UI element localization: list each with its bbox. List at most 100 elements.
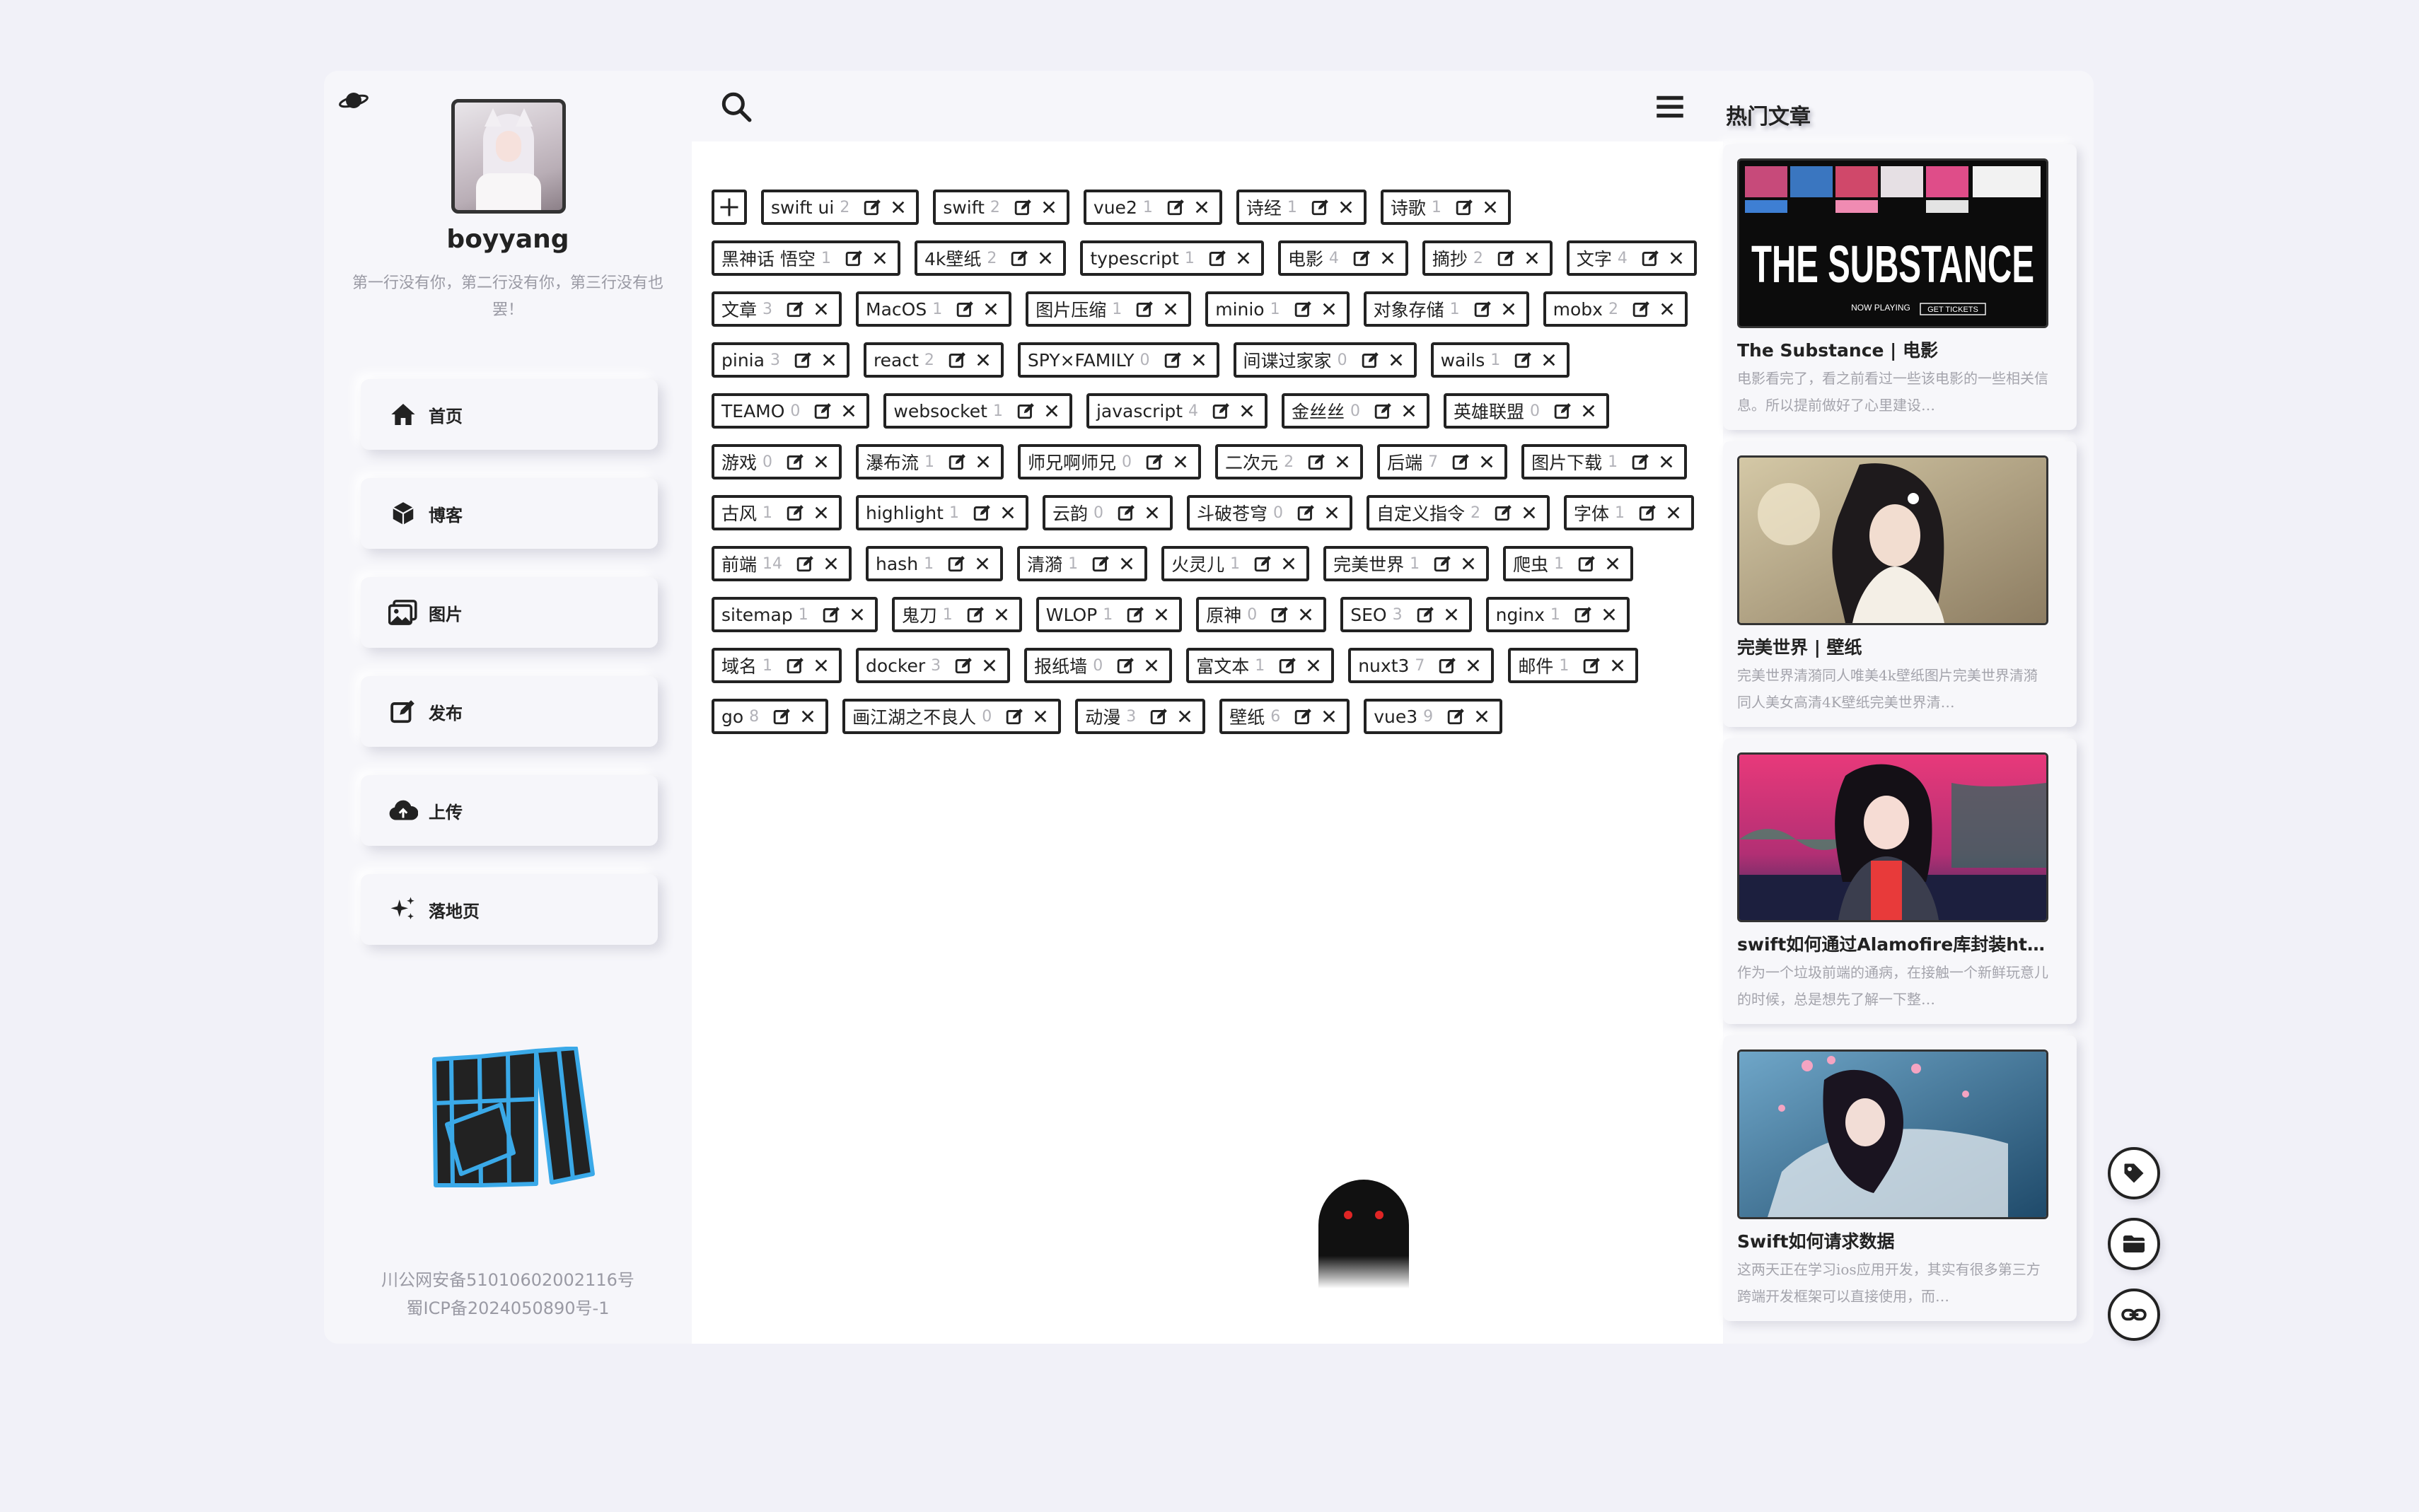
tag-chip[interactable]: docker 3 xyxy=(856,648,1011,683)
edit-icon[interactable] xyxy=(1013,197,1034,218)
tag-chip[interactable]: 云韵 0 xyxy=(1042,495,1173,530)
police-record-link[interactable]: 川公网安备51010602002116号 xyxy=(324,1266,692,1294)
avatar[interactable] xyxy=(451,99,566,214)
tag-chip[interactable]: react 2 xyxy=(863,342,1004,378)
edit-icon[interactable] xyxy=(1573,604,1594,625)
tag-chip[interactable]: 图片压缩 1 xyxy=(1026,291,1192,327)
close-icon[interactable] xyxy=(1463,655,1484,676)
add-tag-button[interactable] xyxy=(712,190,747,225)
tag-chip[interactable]: vue2 1 xyxy=(1083,190,1222,225)
edit-icon[interactable] xyxy=(1582,655,1603,676)
close-icon[interactable] xyxy=(973,349,994,371)
close-icon[interactable] xyxy=(1386,349,1407,371)
edit-icon[interactable] xyxy=(947,451,968,472)
close-icon[interactable] xyxy=(1160,298,1181,320)
close-icon[interactable] xyxy=(1476,451,1497,472)
edit-icon[interactable] xyxy=(1004,706,1026,727)
close-icon[interactable] xyxy=(1538,349,1560,371)
edit-icon[interactable] xyxy=(1630,451,1652,472)
tag-chip[interactable]: 清漪 1 xyxy=(1017,546,1148,581)
close-icon[interactable] xyxy=(973,451,994,472)
tag-chip[interactable]: 邮件 1 xyxy=(1508,648,1639,683)
tag-chip[interactable]: TEAMO 0 xyxy=(712,393,870,429)
tag-chip[interactable]: 火灵儿 1 xyxy=(1161,546,1310,581)
edit-icon[interactable] xyxy=(1437,655,1458,676)
close-icon[interactable] xyxy=(1303,655,1324,676)
close-icon[interactable] xyxy=(1377,248,1398,269)
tag-chip[interactable]: MacOS 1 xyxy=(856,291,1012,327)
nav-item-landing[interactable]: 落地页 xyxy=(361,874,658,945)
menu-icon[interactable] xyxy=(1652,89,1688,124)
tag-chip[interactable]: 域名 1 xyxy=(712,648,842,683)
close-icon[interactable] xyxy=(1116,553,1137,574)
tag-chip[interactable]: 黑神话 悟空 1 xyxy=(712,240,900,276)
close-icon[interactable] xyxy=(1188,349,1210,371)
edit-icon[interactable] xyxy=(1352,248,1373,269)
tag-chip[interactable]: vue3 9 xyxy=(1364,699,1503,734)
tag-chip[interactable]: websocket 1 xyxy=(883,393,1072,429)
edit-icon[interactable] xyxy=(1640,248,1661,269)
edit-icon[interactable] xyxy=(1293,706,1314,727)
tag-chip[interactable]: 英雄联盟 0 xyxy=(1444,393,1610,429)
close-icon[interactable] xyxy=(991,604,1012,625)
hot-article-card[interactable]: Swift如何请求数据 这两天正在学习ios应用开发，其实有很多第三方跨端开发框… xyxy=(1723,1035,2077,1321)
close-icon[interactable] xyxy=(1142,502,1163,523)
edit-icon[interactable] xyxy=(1277,655,1299,676)
edit-icon[interactable] xyxy=(1135,298,1156,320)
edit-icon[interactable] xyxy=(1144,451,1166,472)
close-icon[interactable] xyxy=(1458,553,1479,574)
close-icon[interactable] xyxy=(1663,502,1684,523)
tag-chip[interactable]: 间谍过家家 0 xyxy=(1233,342,1417,378)
tag-chip[interactable]: 电影 4 xyxy=(1277,240,1408,276)
tag-chip[interactable]: 文章 3 xyxy=(712,291,842,327)
tag-chip[interactable]: 爬虫 1 xyxy=(1503,546,1634,581)
close-icon[interactable] xyxy=(1191,197,1212,218)
close-icon[interactable] xyxy=(847,604,868,625)
tag-chip[interactable]: minio 1 xyxy=(1205,291,1350,327)
tag-chip[interactable]: 摘抄 2 xyxy=(1422,240,1553,276)
edit-icon[interactable] xyxy=(955,298,976,320)
close-icon[interactable] xyxy=(1151,604,1172,625)
links-fab-button[interactable] xyxy=(2108,1289,2160,1341)
edit-icon[interactable] xyxy=(1149,706,1170,727)
icp-record-link[interactable]: 蜀ICP备2024050890号-1 xyxy=(324,1294,692,1322)
tag-chip[interactable]: nuxt3 7 xyxy=(1348,648,1495,683)
close-icon[interactable] xyxy=(818,349,840,371)
edit-icon[interactable] xyxy=(1577,553,1598,574)
edit-icon[interactable] xyxy=(953,655,975,676)
tag-chip[interactable]: 字体 1 xyxy=(1563,495,1694,530)
close-icon[interactable] xyxy=(811,451,832,472)
tag-chip[interactable]: typescript 1 xyxy=(1080,240,1264,276)
close-icon[interactable] xyxy=(1041,400,1062,421)
edit-icon[interactable] xyxy=(1446,706,1467,727)
edit-icon[interactable] xyxy=(1637,502,1659,523)
close-icon[interactable] xyxy=(979,655,1000,676)
close-icon[interactable] xyxy=(972,553,993,574)
edit-icon[interactable] xyxy=(947,349,968,371)
edit-icon[interactable] xyxy=(821,604,842,625)
hot-article-card[interactable]: 完美世界 | 壁纸 完美世界清漪同人唯美4k壁纸图片完美世界清漪同人美女高清4K… xyxy=(1723,441,2077,727)
close-icon[interactable] xyxy=(980,298,1002,320)
edit-icon[interactable] xyxy=(1310,197,1331,218)
close-icon[interactable] xyxy=(1030,706,1051,727)
nav-item-upload[interactable]: 上传 xyxy=(361,775,658,846)
edit-icon[interactable] xyxy=(1415,604,1437,625)
tag-chip[interactable]: 完美世界 1 xyxy=(1323,546,1490,581)
close-icon[interactable] xyxy=(1471,706,1492,727)
edit-icon[interactable] xyxy=(1451,451,1472,472)
edit-icon[interactable] xyxy=(1306,451,1328,472)
ghost-mascot[interactable] xyxy=(1316,1175,1412,1289)
close-icon[interactable] xyxy=(1480,197,1501,218)
close-icon[interactable] xyxy=(820,553,842,574)
tag-chip[interactable]: 文字 4 xyxy=(1566,240,1697,276)
edit-icon[interactable] xyxy=(1166,197,1187,218)
hot-article-card[interactable]: THE SUBSTANCE NOW PLAYING GET TICKETS Th… xyxy=(1723,144,2077,430)
close-icon[interactable] xyxy=(1278,553,1299,574)
tag-chip[interactable]: 金丝丝 0 xyxy=(1282,393,1430,429)
close-icon[interactable] xyxy=(1498,298,1519,320)
close-icon[interactable] xyxy=(1335,197,1357,218)
tag-chip[interactable]: SEO 3 xyxy=(1340,597,1472,632)
edit-icon[interactable] xyxy=(1360,349,1381,371)
tag-chip[interactable]: mobx 2 xyxy=(1543,291,1688,327)
tag-chip[interactable]: 师兄啊师兄 0 xyxy=(1018,444,1202,479)
